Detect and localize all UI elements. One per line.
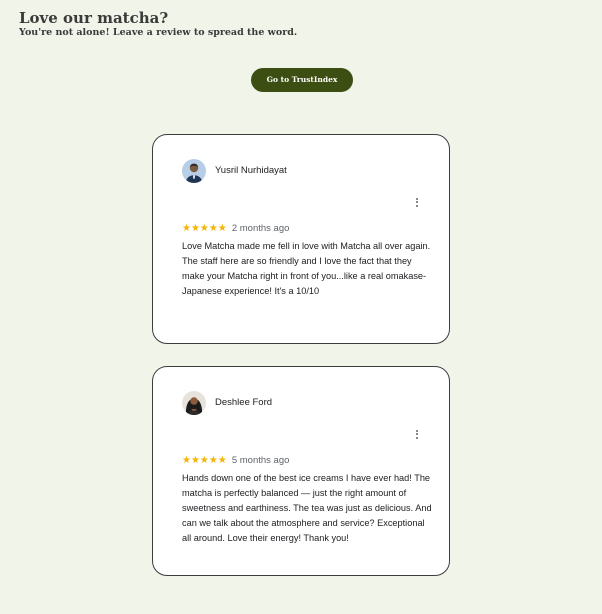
review-card: Deshlee Ford ★★★★★ 5 months ago Hands do…: [152, 366, 450, 576]
more-vertical-icon[interactable]: [411, 427, 423, 441]
review-text: Hands down one of the best ice creams I …: [182, 473, 432, 543]
review-author[interactable]: Yusril Nurhidayat: [215, 165, 287, 177]
star-rating-icon: ★★★★★: [182, 455, 227, 466]
star-rating-icon: ★★★★★: [182, 223, 227, 234]
header: Love our matcha? You're not alone! Leave…: [19, 9, 579, 39]
more-vertical-icon[interactable]: [411, 195, 423, 209]
person-avatar-icon: [182, 159, 206, 183]
review-rating: ★★★★★ 2 months ago: [182, 223, 289, 235]
review-text: Love Matcha made me fell in love with Ma…: [182, 241, 431, 296]
page-subtitle: You're not alone! Leave a review to spre…: [19, 27, 298, 38]
review-time: 5 months ago: [231, 455, 290, 466]
review-rating: ★★★★★ 5 months ago: [182, 455, 289, 467]
avatar[interactable]: [182, 159, 206, 183]
review-card: Yusril Nurhidayat ★★★★★ 2 months ago Lov…: [152, 134, 450, 344]
go-to-trustindex-button[interactable]: Go to TrustIndex: [251, 68, 353, 92]
avatar[interactable]: [182, 391, 206, 415]
person-avatar-icon: [182, 391, 206, 415]
review-author[interactable]: Deshlee Ford: [215, 397, 272, 409]
page-title: Love our matcha?: [19, 9, 169, 27]
review-time: 2 months ago: [231, 223, 290, 234]
